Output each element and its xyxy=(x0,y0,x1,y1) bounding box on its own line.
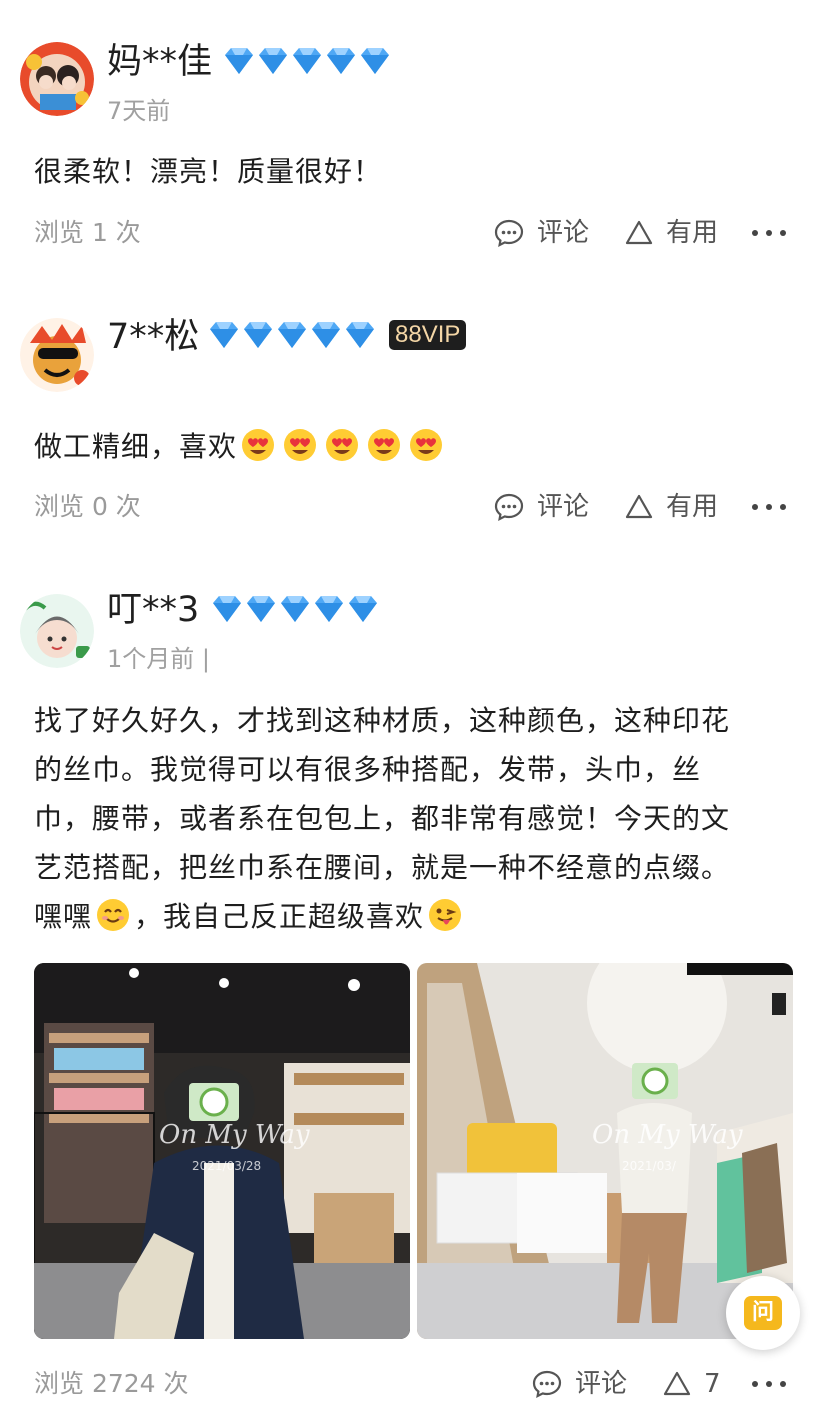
review-footer: 浏览 0 次 评论 有用 xyxy=(0,487,828,527)
review-time: 7天前 xyxy=(107,97,171,125)
review-item: 妈**佳 7天前 很柔软！漂亮！质量很好！ 浏览 1 次 评论 有用 xyxy=(0,0,828,280)
content-text: 嘿嘿 xyxy=(34,900,93,933)
comment-label: 评论 xyxy=(537,492,590,522)
useful-button[interactable]: 有用 xyxy=(624,487,718,527)
review-content: 做工精细，喜欢 xyxy=(34,422,788,471)
member-level-diamonds xyxy=(222,44,392,78)
ask-question-button[interactable]: 问 xyxy=(726,1276,800,1350)
comment-button[interactable]: 评论 xyxy=(531,1364,627,1404)
content-line: 找了好久好久，才找到这种材质，这种颜色，这种印花 xyxy=(34,704,731,737)
diamond-icon xyxy=(346,322,374,348)
wink-tongue-emoji-icon xyxy=(429,899,462,931)
useful-label: 有用 xyxy=(666,218,719,248)
diamond-icon xyxy=(210,322,238,348)
more-options-icon[interactable] xyxy=(752,487,786,527)
photo-watermark: On My Way xyxy=(159,1120,310,1150)
member-level-diamonds xyxy=(210,592,380,626)
vip-badge: 88VIP xyxy=(389,320,467,350)
content-line: 嘿嘿 ，我自己反正超级喜欢 xyxy=(34,892,788,941)
username: 7**松 xyxy=(107,317,200,357)
heart-eyes-emoji-icon xyxy=(326,429,359,461)
diamond-icon xyxy=(327,48,355,74)
diamond-icon xyxy=(225,48,253,74)
comment-button[interactable]: 评论 xyxy=(493,213,589,253)
more-options-icon[interactable] xyxy=(752,213,786,253)
comment-label: 评论 xyxy=(575,1369,628,1399)
useful-label: 有用 xyxy=(666,492,719,522)
more-options-icon[interactable] xyxy=(752,1364,786,1404)
useful-count: 7 xyxy=(704,1369,721,1399)
content-text: ，我自己反正超级喜欢 xyxy=(134,900,425,933)
diamond-icon xyxy=(213,596,241,622)
review-photo[interactable]: On My Way 2021/03/28 xyxy=(34,963,410,1339)
triangle-icon xyxy=(625,220,653,245)
diamond-icon xyxy=(278,322,306,348)
review-item: 7**松 88VIP 做工精细，喜欢 浏览 0 次 评论 有用 xyxy=(0,280,828,550)
review-content: 很柔软！漂亮！质量很好！ xyxy=(34,155,383,188)
content-line: 艺范搭配，把丝巾系在腰间，就是一种不经意的点缀。 xyxy=(34,851,731,884)
review-time: 1个月前 | xyxy=(107,645,210,673)
username: 叮**3 xyxy=(107,590,200,630)
heart-eyes-emoji-icon xyxy=(410,429,443,461)
username: 妈**佳 xyxy=(107,42,213,82)
view-count: 浏览 2724 次 xyxy=(34,1369,189,1398)
comment-icon xyxy=(494,219,524,247)
useful-button[interactable]: 有用 xyxy=(624,213,718,253)
user-avatar[interactable] xyxy=(20,318,94,392)
comment-label: 评论 xyxy=(537,218,590,248)
diamond-icon xyxy=(361,48,389,74)
ask-label: 问 xyxy=(744,1296,782,1330)
content-line: 巾，腰带，或者系在包包上，都非常有感觉！今天的文 xyxy=(34,802,731,835)
diamond-icon xyxy=(247,596,275,622)
review-footer: 浏览 2724 次 评论 7 xyxy=(0,1364,828,1404)
photo-date: 2021/03/28 xyxy=(192,1159,261,1173)
review-text: 做工精细，喜欢 xyxy=(34,430,238,463)
diamond-icon xyxy=(312,322,340,348)
comment-icon xyxy=(532,1370,562,1398)
review-item: 叮**3 1个月前 | 找了好久好久，才找到这种材质，这种颜色，这种印花 的丝巾… xyxy=(0,550,828,1408)
diamond-icon xyxy=(244,322,272,348)
diamond-icon xyxy=(349,596,377,622)
user-avatar[interactable] xyxy=(20,42,94,116)
diamond-icon xyxy=(281,596,309,622)
diamond-icon xyxy=(259,48,287,74)
review-photo[interactable]: On My Way 2021/03/ xyxy=(417,963,793,1339)
member-level-diamonds xyxy=(207,318,377,352)
user-avatar[interactable] xyxy=(20,594,94,668)
triangle-icon xyxy=(663,1371,691,1396)
useful-button[interactable]: 7 xyxy=(662,1364,721,1404)
photo-watermark: On My Way xyxy=(592,1120,743,1150)
view-count: 浏览 1 次 xyxy=(34,218,141,247)
content-line: 的丝巾。我觉得可以有很多种搭配，发带，头巾，丝 xyxy=(34,753,702,786)
triangle-icon xyxy=(625,494,653,519)
heart-eyes-emoji-icon xyxy=(242,429,275,461)
view-count: 浏览 0 次 xyxy=(34,492,141,521)
heart-eyes-emoji-icon xyxy=(368,429,401,461)
photo-date: 2021/03/ xyxy=(622,1159,677,1173)
comment-icon xyxy=(494,493,524,521)
review-content: 找了好久好久，才找到这种材质，这种颜色，这种印花 的丝巾。我觉得可以有很多种搭配… xyxy=(34,696,788,941)
review-footer: 浏览 1 次 评论 有用 xyxy=(0,213,828,253)
heart-eyes-emoji-icon xyxy=(284,429,317,461)
diamond-icon xyxy=(293,48,321,74)
comment-button[interactable]: 评论 xyxy=(493,487,589,527)
smile-emoji-icon xyxy=(97,899,130,931)
diamond-icon xyxy=(315,596,343,622)
